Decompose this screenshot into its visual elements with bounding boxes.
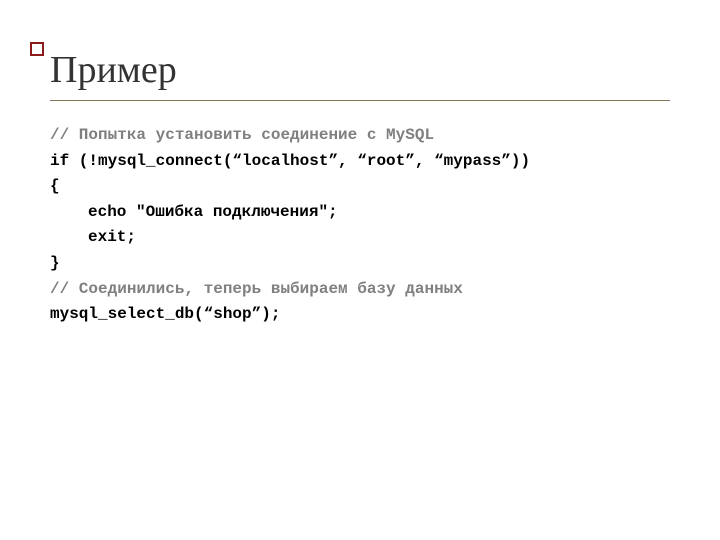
title-underline	[50, 100, 670, 101]
title-bullet-marker	[30, 42, 44, 56]
slide-title: Пример	[50, 30, 670, 92]
code-comment-1: // Попытка установить соединение с MySQL	[50, 123, 670, 149]
code-comment-2: // Соединились, теперь выбираем базу дан…	[50, 277, 670, 303]
slide-container: Пример // Попытка установить соединение …	[0, 0, 720, 540]
code-line-select-db: mysql_select_db(“shop”);	[50, 302, 670, 328]
code-line-if: if (!mysql_connect(“localhost”, “root”, …	[50, 149, 670, 175]
code-line-brace-open: {	[50, 174, 670, 200]
code-line-echo: echo "Ошибка подключения";	[50, 200, 670, 226]
code-block: // Попытка установить соединение с MySQL…	[50, 123, 670, 328]
code-line-exit: exit;	[50, 225, 670, 251]
code-line-brace-close: }	[50, 251, 670, 277]
